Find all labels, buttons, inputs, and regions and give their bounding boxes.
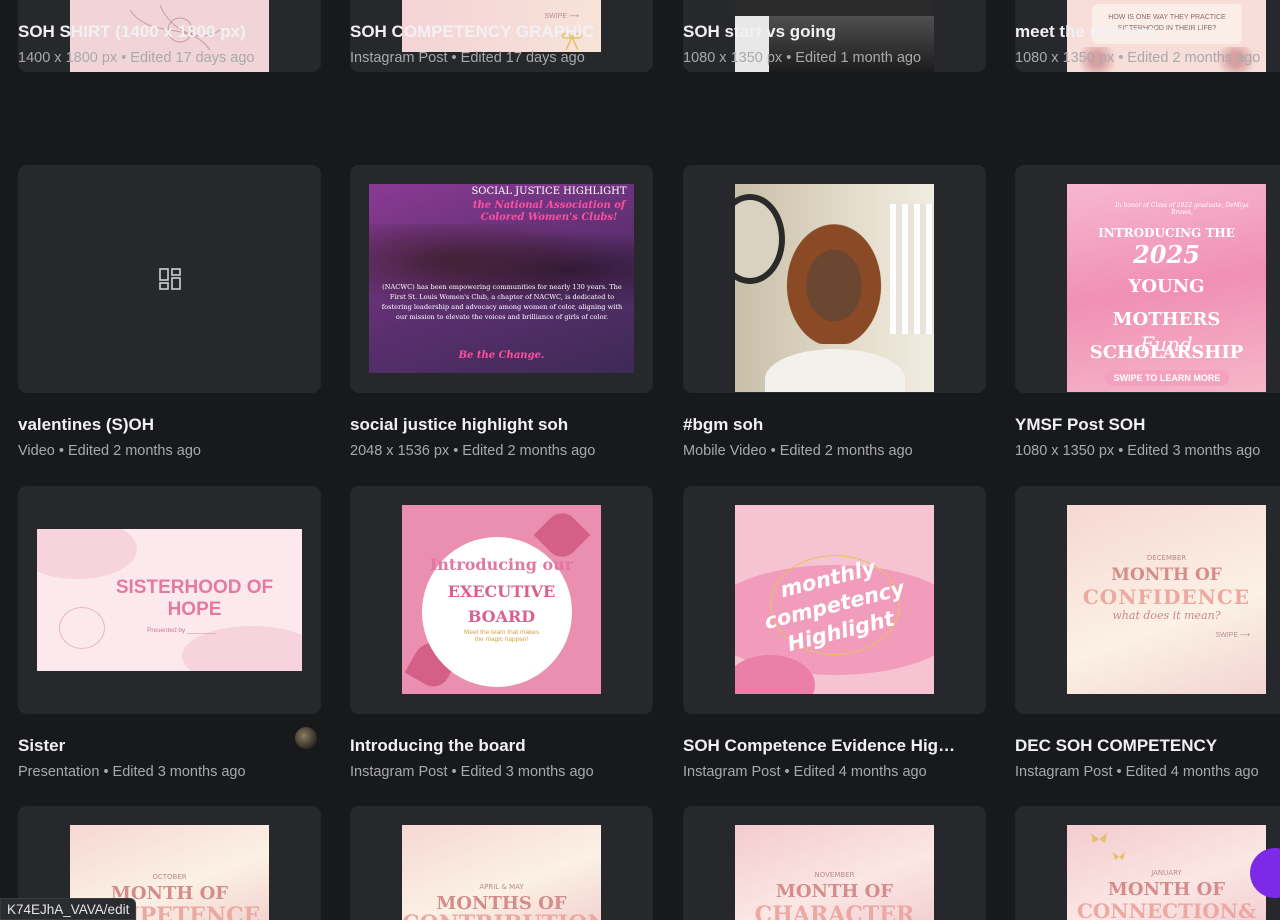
design-card[interactable]: SWIPE ⟶ SOH COMPETENCY GRAPHIC Instagram… [350,0,653,72]
design-thumbnail[interactable]: DECEMBER MONTH OF CONFIDENCE what does i… [1015,486,1280,714]
design-thumbnail[interactable]: SOCIAL JUSTICE HIGHLIGHT the National As… [350,165,653,393]
owner-avatar[interactable] [295,727,317,749]
design-title[interactable]: SOH COMPETENCY GRAPHIC [350,22,630,42]
month-line-b: CONNECTION& [1076,899,1257,920]
design-thumbnail[interactable]: In honor of Class of 2022 graduate, DeMi… [1015,165,1280,393]
month-label: APRIL & MAY [479,883,524,891]
thumbnail-image: Introducing our EXECUTIVE BOARD Meet the… [402,505,601,694]
presented-by: Presented by ________ [147,627,217,634]
design-thumbnail[interactable]: Introducing our EXECUTIVE BOARD Meet the… [350,486,653,714]
link-status-bar: K74EJhA_VAVA/edit [0,898,137,920]
person-portrait [779,214,889,344]
design-card[interactable]: valentines (S)OH Video • Edited 2 months… [18,165,321,459]
design-thumbnail[interactable]: SISTERHOOD OF HOPE Presented by ________ [18,486,321,714]
month-label: NOVEMBER [814,871,855,879]
thumbnail-image: monthly competency Highlight [735,505,934,694]
ex-intro: Introducing our [429,555,574,574]
thumbnail-image: SISTERHOOD OF HOPE Presented by ________ [37,529,302,671]
design-meta: 1080 x 1350 px • Edited 1 month ago [683,50,922,66]
person-shirt [765,349,905,392]
design-thumbnail[interactable]: JANUARY MONTH OF CONNECTION& [1015,806,1280,920]
dec-month: DECEMBER [1146,554,1187,562]
design-title[interactable]: SOH Competence Evidence Highli... [683,736,963,756]
design-meta: Instagram Post • Edited 4 months ago [683,764,927,780]
design-meta: 2048 x 1536 px • Edited 2 months ago [350,443,596,459]
design-card[interactable]: DECEMBER MONTH OF CONFIDENCE what does i… [1015,486,1280,780]
ym-honor-text: In honor of Class of 2022 graduate, DeMi… [1115,202,1249,216]
thumbnail-image: SOCIAL JUSTICE HIGHLIGHT the National As… [369,184,634,373]
thumbnail-image: JANUARY MONTH OF CONNECTION& [1067,825,1266,920]
thumbnail-image [735,184,934,392]
dec-line-c: what does it mean? [1112,609,1221,622]
thumbnail-image: DECEMBER MONTH OF CONFIDENCE what does i… [1067,505,1266,694]
swipe-label: SWIPE ⟶ [544,13,579,20]
butterfly-icon [1091,833,1125,860]
design-title[interactable]: valentines (S)OH [18,415,298,435]
design-card[interactable]: NOVEMBER MONTH OF CHARACTER [683,806,986,920]
design-meta: Instagram Post • Edited 17 days ago [350,50,585,66]
design-card[interactable]: In honor of Class of 2022 graduate, DeMi… [1015,165,1280,459]
design-meta: Video • Edited 2 months ago [18,443,201,459]
sj-heading: SOCIAL JUSTICE HIGHLIGHT [471,186,627,197]
month-label: OCTOBER [152,873,187,881]
design-meta: Instagram Post • Edited 4 months ago [1015,764,1259,780]
ym-fund: Fund [1140,332,1193,356]
ex-main: EXECUTIVE BOARD [447,582,556,626]
design-title[interactable]: Introducing the board [350,736,630,756]
thumbnail-image: NOVEMBER MONTH OF CHARACTER [735,825,934,920]
design-title[interactable]: DEC SOH COMPETENCY [1015,736,1280,756]
design-title[interactable]: Sister [18,736,298,756]
ym-intro: INTRODUCING THE [1098,226,1235,240]
design-thumbnail[interactable]: NOVEMBER MONTH OF CHARACTER [683,806,986,920]
design-title[interactable]: social justice highlight soh [350,415,630,435]
design-card[interactable]: SOH SHIRT (1400 x 1800 px) 1400 x 1800 p… [18,0,321,72]
stair-rail [890,204,934,334]
month-line-b: CHARACTER [754,902,915,920]
design-thumbnail[interactable] [683,165,986,393]
ym-year: 2025 [1133,240,1200,269]
month-line-a: MONTH OF [1107,879,1226,900]
design-meta: Presentation • Edited 3 months ago [18,764,246,780]
thumbnail-image: In honor of Class of 2022 graduate, DeMi… [1067,184,1266,392]
design-title[interactable]: YMSF Post SOH [1015,415,1280,435]
design-thumbnail[interactable]: APRIL & MAY MONTHS OF CONTRIBUTION [350,806,653,920]
design-card[interactable]: HOW IS ONE WAY THEY PRACTICE SISTERHOOD … [1015,0,1280,72]
design-title[interactable]: meet the mentors [1015,22,1280,42]
month-label: JANUARY [1151,869,1182,877]
design-meta: Instagram Post • Edited 3 months ago [350,764,594,780]
design-thumbnail[interactable] [18,165,321,393]
thumbnail-image: APRIL & MAY MONTHS OF CONTRIBUTION [402,825,601,920]
design-thumbnail[interactable]: monthly competency Highlight [683,486,986,714]
design-card[interactable]: SOH start vs going 1080 x 1350 px • Edit… [683,0,986,72]
design-card[interactable]: Introducing our EXECUTIVE BOARD Meet the… [350,486,653,780]
design-card[interactable]: SISTERHOOD OF HOPE Presented by ________… [18,486,321,780]
design-card[interactable]: JANUARY MONTH OF CONNECTION& [1015,806,1280,920]
ex-sub: Meet the team that makes the magic happe… [463,629,540,643]
clock-shape [735,194,785,284]
design-title[interactable]: #bgm soh [683,415,963,435]
design-meta: Mobile Video • Edited 2 months ago [683,443,913,459]
design-meta: 1080 x 1350 px • Edited 2 months ago [1015,50,1261,66]
sj-subheading: the National Association of Colored Wome… [472,200,626,223]
dec-line-a: MONTH OF [1111,565,1222,585]
design-card[interactable]: monthly competency Highlight SOH Compete… [683,486,986,780]
sj-body: (NACWC) has been empowering communities … [381,283,623,321]
design-title[interactable]: SOH SHIRT (1400 x 1800 px) [18,22,298,42]
sisterhood-title: SISTERHOOD OF HOPE [115,577,274,620]
month-line-a: MONTH OF [775,881,894,902]
video-placeholder-icon [159,268,181,290]
designs-grid: SOH SHIRT (1400 x 1800 px) 1400 x 1800 p… [0,0,1280,920]
design-card[interactable]: SOCIAL JUSTICE HIGHLIGHT the National As… [350,165,653,459]
ym-swipe-pill: SWIPE TO LEARN MORE [1105,370,1229,386]
design-card[interactable]: #bgm soh Mobile Video • Edited 2 months … [683,165,986,459]
logo-circle [59,607,105,649]
swipe-label: SWIPE ⟶ [1215,632,1250,639]
month-line-b: CONTRIBUTION [402,911,601,920]
dec-line-b: CONFIDENCE [1082,585,1251,609]
design-meta: 1400 x 1800 px • Edited 17 days ago [18,50,255,66]
design-meta: 1080 x 1350 px • Edited 3 months ago [1015,443,1261,459]
design-title[interactable]: SOH start vs going [683,22,963,42]
design-card[interactable]: APRIL & MAY MONTHS OF CONTRIBUTION [350,806,653,920]
sj-cta: Be the Change. [458,350,545,361]
